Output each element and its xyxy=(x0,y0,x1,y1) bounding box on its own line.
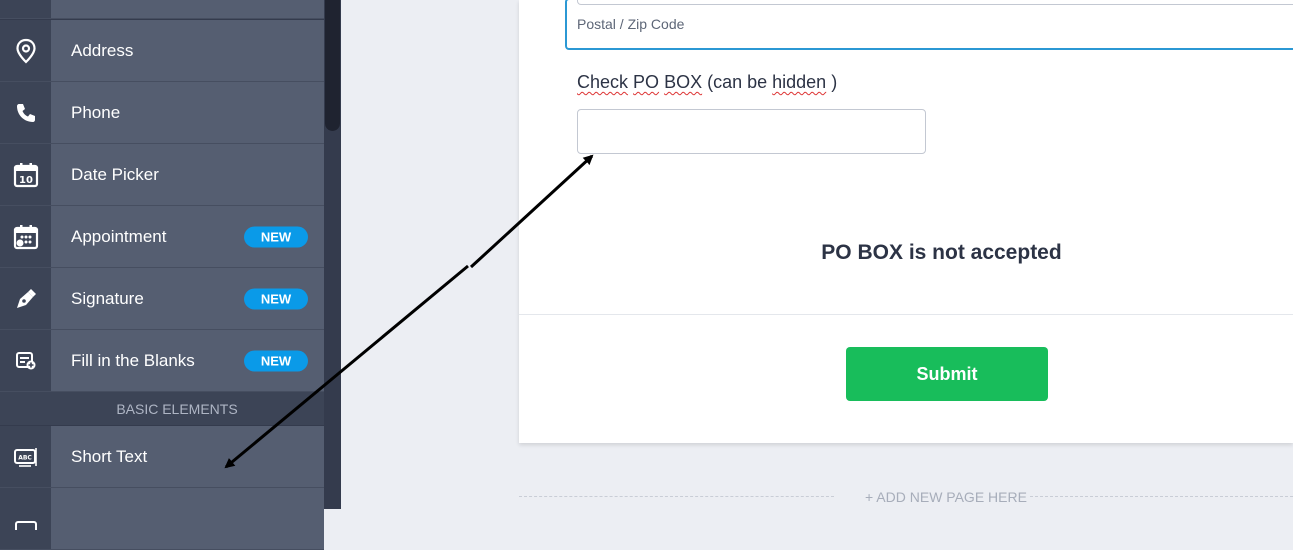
sidebar-item-short-text[interactable]: ABC Short Text xyxy=(0,426,324,488)
sidebar-item-body: Address xyxy=(51,20,324,81)
short-text-icon-label: ABC xyxy=(18,454,32,461)
form-elements-sidebar: Address Phone 10 Date Picker Appointment… xyxy=(0,0,341,550)
po-box-input[interactable] xyxy=(577,109,926,154)
form-divider xyxy=(519,314,1293,315)
new-badge: NEW xyxy=(244,288,308,309)
partial-body xyxy=(51,0,324,18)
sidebar-item-label: Phone xyxy=(71,102,121,122)
label-word: Check xyxy=(577,72,629,92)
partial-icon xyxy=(0,0,51,18)
sidebar-item-label: Fill in the Blanks xyxy=(71,350,195,370)
label-word: PO xyxy=(633,72,660,92)
sidebar-item-body: Signature NEW xyxy=(51,268,324,329)
phone-icon xyxy=(0,82,51,143)
sidebar-item-label: Appointment xyxy=(71,226,167,246)
partial-bottom-icon xyxy=(0,488,51,549)
add-page-divider-left xyxy=(519,496,834,497)
sidebar-item-label: Address xyxy=(71,40,134,60)
short-text-icon: ABC xyxy=(0,426,51,487)
partial-bottom-body xyxy=(51,488,324,549)
add-page-divider-right xyxy=(1030,496,1293,497)
sidebar-item-appointment[interactable]: Appointment NEW xyxy=(0,206,324,268)
new-badge: NEW xyxy=(244,350,308,371)
label-word: hidden xyxy=(772,72,827,92)
sidebar-item-partial-bottom[interactable] xyxy=(0,488,324,550)
sidebar-scrollbar[interactable] xyxy=(324,0,341,509)
sidebar-item-body: Appointment NEW xyxy=(51,206,324,267)
sidebar-item-address[interactable]: Address xyxy=(0,20,324,82)
sidebar-item-fill-in-the-blanks[interactable]: Fill in the Blanks NEW xyxy=(0,330,324,392)
section-header-basic-elements: BASIC ELEMENTS xyxy=(0,392,324,425)
scrollbar-thumb[interactable] xyxy=(325,0,340,131)
label-text: (can be xyxy=(702,72,773,92)
sidebar-item-partial[interactable] xyxy=(0,0,324,19)
postal-code-sublabel: Postal / Zip Code xyxy=(577,16,685,32)
calendar-day-text: 10 xyxy=(19,175,33,186)
po-box-message: PO BOX is not accepted xyxy=(821,241,1062,264)
add-new-page-link[interactable]: + ADD NEW PAGE HERE xyxy=(865,489,1027,505)
sidebar-item-body: Fill in the Blanks NEW xyxy=(51,330,324,391)
new-badge: NEW xyxy=(244,226,308,247)
postal-code-input[interactable] xyxy=(577,0,1293,5)
sidebar-item-label: Short Text xyxy=(71,446,148,466)
fill-blanks-icon xyxy=(0,330,51,391)
sidebar-item-label: Signature xyxy=(71,288,144,308)
sidebar-item-body: Date Picker xyxy=(51,144,324,205)
label-word: BOX xyxy=(664,72,703,92)
calendar-icon: 10 xyxy=(0,144,51,205)
sidebar-item-date-picker[interactable]: 10 Date Picker xyxy=(0,144,324,206)
appointment-icon xyxy=(0,206,51,267)
sidebar-item-phone[interactable]: Phone xyxy=(0,82,324,144)
pen-icon xyxy=(0,268,51,329)
sidebar-item-label: Date Picker xyxy=(71,164,159,184)
sidebar-item-signature[interactable]: Signature NEW xyxy=(0,268,324,330)
po-box-field-label: Check PO BOX (can be hidden ) xyxy=(577,72,837,93)
label-text: ) xyxy=(826,72,838,92)
submit-button[interactable]: Submit xyxy=(846,347,1048,401)
sidebar-item-body: Short Text xyxy=(51,426,324,487)
sidebar-item-body: Phone xyxy=(51,82,324,143)
map-pin-icon xyxy=(0,20,51,81)
